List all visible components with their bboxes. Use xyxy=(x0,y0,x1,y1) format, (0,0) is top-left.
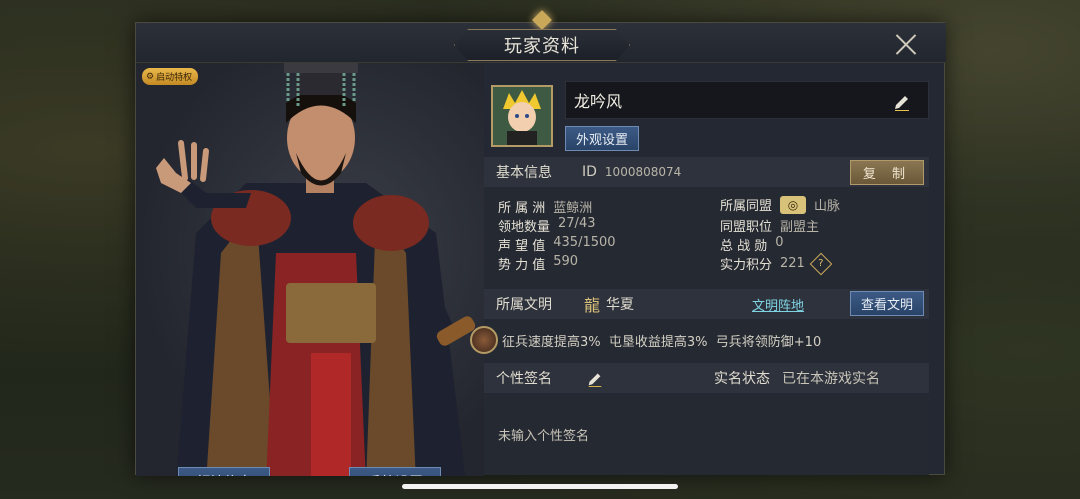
alliance-emblem-icon[interactable]: ◎ xyxy=(780,195,807,214)
basic-info-title: 基本信息 xyxy=(496,165,552,181)
title-plate: 玩家资料 xyxy=(454,29,630,61)
civilization-formation-link[interactable]: 文明阵地 xyxy=(752,295,804,314)
player-name: 龙吟风 xyxy=(574,92,623,111)
signature-header: 个性签名 实名状态 已在本游戏实名 xyxy=(484,363,929,393)
player-name-field: 龙吟风 xyxy=(565,81,929,119)
civilization-bonuses: 征兵速度提高3% 屯垦收益提高3% 弓兵将领防御+10 xyxy=(502,334,822,350)
id-value: 1000808074 xyxy=(604,165,682,179)
help-icon[interactable]: ? xyxy=(809,252,833,275)
strength-label: 实力积分 xyxy=(720,258,773,273)
signature-placeholder: 未输入个性签名 xyxy=(498,429,590,444)
alliance-label: 所属同盟 xyxy=(720,199,773,214)
dialog-title: 玩家资料 xyxy=(504,36,580,57)
appearance-settings-button[interactable]: 外观设置 xyxy=(565,126,639,151)
privilege-badge[interactable]: ⚙ 启动特权 xyxy=(142,68,199,85)
alliance-role-row: 同盟职位 副盟主 xyxy=(720,216,819,235)
strength-value: 221 xyxy=(780,256,805,271)
civ-bonus-icon xyxy=(470,326,498,354)
player-avatar[interactable] xyxy=(491,85,553,147)
character-portrait: ⚙ 启动特权 领地信息 系统设置 xyxy=(136,63,484,476)
continent-label: 所 属 洲 xyxy=(498,201,546,216)
territory-value: 27/43 xyxy=(558,216,596,231)
civilization-bonus-panel: 征兵速度提高3% 屯垦收益提高3% 弓兵将领防御+10 xyxy=(470,321,929,359)
dragon-emblem-icon: 龍 xyxy=(584,296,601,315)
realname-value: 已在本游戏实名 xyxy=(782,371,880,387)
signature-box[interactable]: 未输入个性签名 xyxy=(484,395,929,475)
alliance-value[interactable]: 山脉 xyxy=(814,195,840,214)
territory-info-button[interactable]: 领地信息 xyxy=(178,467,270,476)
merit-label: 总 战 勋 xyxy=(720,239,768,254)
strength-row: 实力积分 221 ? xyxy=(720,252,833,275)
id-label: ID xyxy=(582,164,597,180)
alliance-role-value: 副盟主 xyxy=(780,220,820,235)
territory-label: 领地数量 xyxy=(498,220,551,235)
realname-label: 实名状态 xyxy=(714,371,770,387)
privilege-badge-label: 启动特权 xyxy=(156,73,193,83)
power-label: 势 力 值 xyxy=(498,258,546,273)
edit-signature-icon[interactable] xyxy=(586,369,604,387)
territory-row: 领地数量 27/43 xyxy=(498,216,595,235)
player-profile-dialog: 玩家资料 ⚙ 启动特权 龙吟风 外观设置 基本信息 ID 1000808074 … xyxy=(135,10,946,476)
basic-info-panel: 所 属 洲 蓝鲸洲 领地数量 27/43 声 望 值 435/1500 势 力 … xyxy=(484,187,929,287)
home-indicator[interactable] xyxy=(402,484,678,489)
privilege-icon: ⚙ xyxy=(146,71,155,82)
merit-value: 0 xyxy=(775,235,784,250)
alliance-role-label: 同盟职位 xyxy=(720,220,773,235)
title-bar: 玩家资料 xyxy=(136,10,946,63)
power-row: 势 力 值 590 xyxy=(498,254,578,273)
prestige-label: 声 望 值 xyxy=(498,239,546,254)
close-icon[interactable] xyxy=(894,32,918,56)
prestige-value: 435/1500 xyxy=(553,235,616,250)
edit-name-icon[interactable] xyxy=(892,91,912,111)
system-settings-button[interactable]: 系统设置 xyxy=(349,467,441,476)
civilization-label: 所属文明 xyxy=(496,297,552,313)
character-illustration xyxy=(156,63,476,476)
continent-row: 所 属 洲 蓝鲸洲 xyxy=(498,197,592,216)
alliance-row: 所属同盟 ◎ 山脉 xyxy=(720,195,840,214)
merit-row: 总 战 勋 0 xyxy=(720,235,784,254)
prestige-row: 声 望 值 435/1500 xyxy=(498,235,616,254)
view-civilization-button[interactable]: 查看文明 xyxy=(850,291,924,316)
copy-id-button[interactable]: 复 制 xyxy=(850,160,924,185)
continent-value: 蓝鲸洲 xyxy=(553,201,593,216)
signature-label: 个性签名 xyxy=(496,371,552,387)
avatar-image xyxy=(493,87,551,145)
civilization-value: 华夏 xyxy=(606,297,635,313)
power-value: 590 xyxy=(553,254,579,269)
